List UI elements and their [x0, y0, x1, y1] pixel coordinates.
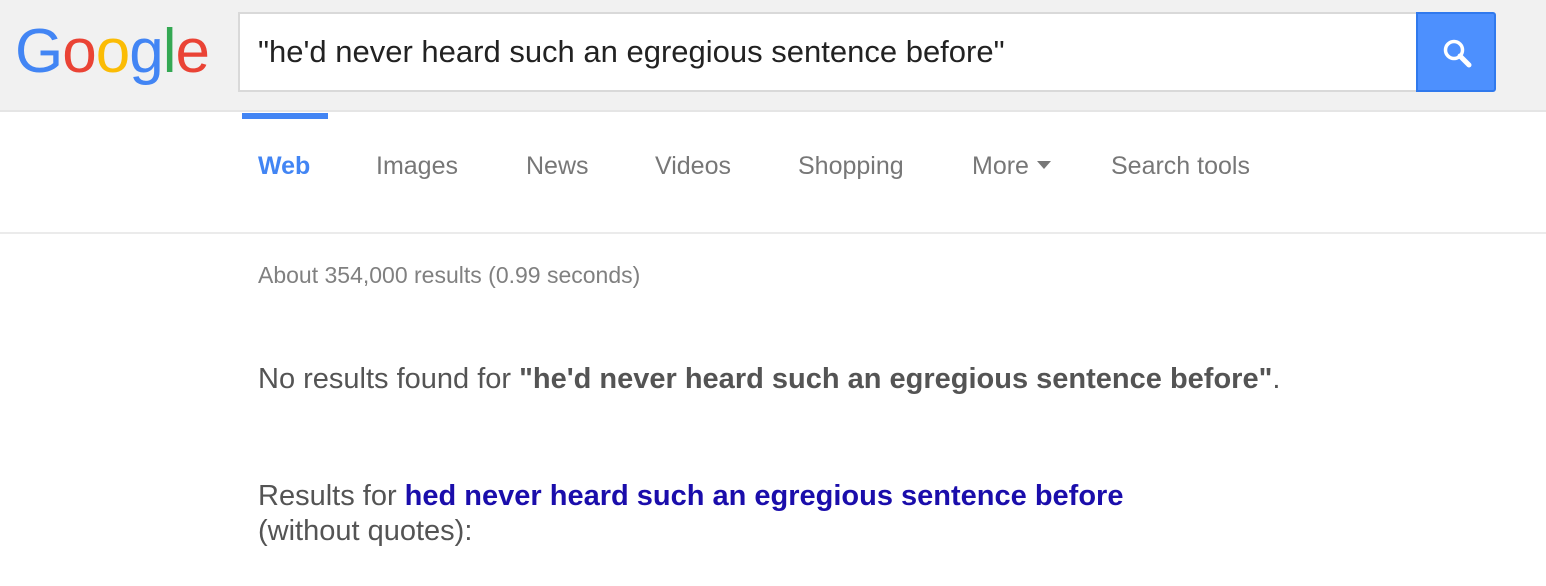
tab-search-tools[interactable]: Search tools	[1111, 152, 1250, 181]
tab-more[interactable]: More	[972, 152, 1051, 181]
result-stats: About 354,000 results (0.99 seconds)	[258, 262, 641, 288]
no-results-suffix: .	[1272, 363, 1281, 395]
tabs-bar: Web Images News Videos Shopping More Sea…	[0, 112, 1546, 234]
tab-images[interactable]: Images	[376, 152, 458, 181]
logo-letter: g	[129, 17, 163, 86]
logo-letter: l	[162, 17, 177, 86]
unquoted-query-link[interactable]: hed never heard such an egregious senten…	[405, 480, 1124, 512]
logo-letter: o	[95, 17, 130, 86]
results-for-suffix: (without quotes):	[258, 515, 473, 547]
no-results-message: No results found for "he'd never heard s…	[258, 362, 1298, 397]
search-icon	[1443, 39, 1472, 68]
tab-videos[interactable]: Videos	[655, 152, 731, 181]
tab-more-label: More	[972, 152, 1029, 180]
tab-news[interactable]: News	[526, 152, 589, 181]
search-button[interactable]	[1416, 12, 1496, 92]
logo-letter: G	[15, 17, 63, 86]
chevron-down-icon	[1036, 161, 1051, 170]
active-tab-indicator	[242, 113, 328, 119]
results-for-prefix: Results for	[258, 480, 405, 512]
google-logo[interactable]: Google	[15, 12, 210, 92]
logo-letter: e	[175, 17, 209, 86]
results-for-message: Results for hed never heard such an egre…	[258, 479, 1298, 549]
logo-letter: o	[62, 17, 96, 86]
tab-web[interactable]: Web	[258, 152, 310, 181]
no-results-query: "he'd never heard such an egregious sent…	[519, 363, 1273, 395]
search-box	[238, 12, 1418, 92]
no-results-prefix: No results found for	[258, 363, 520, 395]
tab-shopping[interactable]: Shopping	[798, 152, 904, 181]
search-input[interactable]	[258, 14, 1398, 90]
top-header: Google	[0, 0, 1546, 112]
